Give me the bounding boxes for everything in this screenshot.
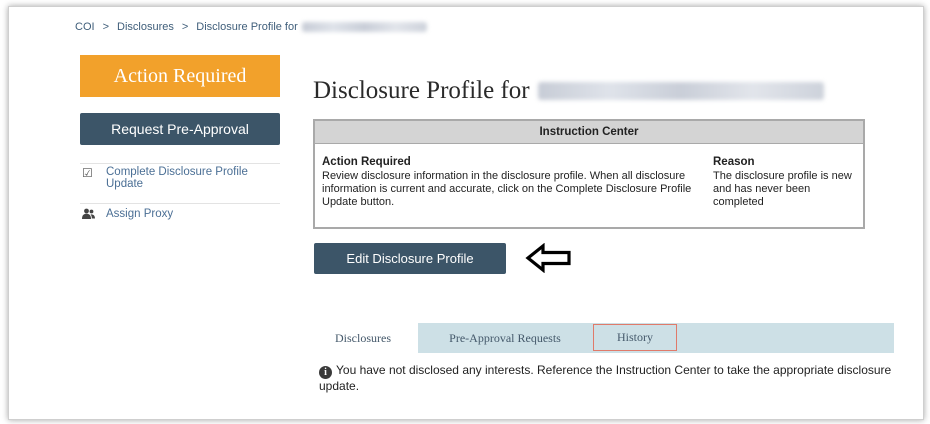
sidebar-item-label: Assign Proxy [106,208,174,220]
breadcrumb-separator: > [181,21,189,33]
action-required-banner: Action Required [80,55,280,97]
redacted-name [537,82,824,100]
tab-pre-approval-requests[interactable]: Pre-Approval Requests [420,323,590,353]
redacted-name [301,22,427,33]
page-title-text: Disclosure Profile for [313,77,530,104]
instruction-reason-column: Reason The disclosure profile is new and… [713,156,858,209]
action-text: Review disclosure information in the dis… [322,170,692,208]
notice-message: i You have not disclosed any interests. R… [319,363,905,393]
reason-text: The disclosure profile is new and has ne… [713,170,852,208]
sidebar-item-complete-disclosure[interactable]: ☑ Complete Disclosure Profile Update [80,163,280,202]
sidebar-item-assign-proxy[interactable]: Assign Proxy [80,203,280,222]
breadcrumb: COI > Disclosures > Disclosure Profile for [75,21,427,33]
edit-disclosure-profile-button[interactable]: Edit Disclosure Profile [314,243,506,274]
checkbox-icon: ☑ [82,166,93,180]
notice-text: You have not disclosed any interests. Re… [319,363,892,393]
info-icon: i [319,366,332,379]
action-heading: Action Required [322,156,411,168]
breadcrumb-disclosures[interactable]: Disclosures [117,21,174,33]
app-window: COI > Disclosures > Disclosure Profile for A… [8,6,924,420]
user-group-icon [80,208,106,222]
instruction-center: Instruction Center Action Required Revie… [313,119,865,229]
arrow-left-icon [525,243,571,273]
request-pre-approval-button[interactable]: Request Pre-Approval [80,113,280,145]
breadcrumb-current: Disclosure Profile for [196,21,298,33]
tab-bar: Disclosures Pre-Approval Requests Histor… [308,323,894,353]
reason-heading: Reason [713,156,755,168]
tab-history[interactable]: History [593,324,677,351]
breadcrumb-coi[interactable]: COI [75,21,95,33]
instruction-action-column: Action Required Review disclosure inform… [322,156,702,209]
page-title: Disclosure Profile for [313,77,824,105]
tab-disclosures[interactable]: Disclosures [308,323,418,353]
breadcrumb-separator: > [102,21,109,33]
user-group-glyph [82,208,95,219]
sidebar-item-label: Complete Disclosure Profile Update [106,166,248,190]
instruction-center-header: Instruction Center [315,121,863,144]
